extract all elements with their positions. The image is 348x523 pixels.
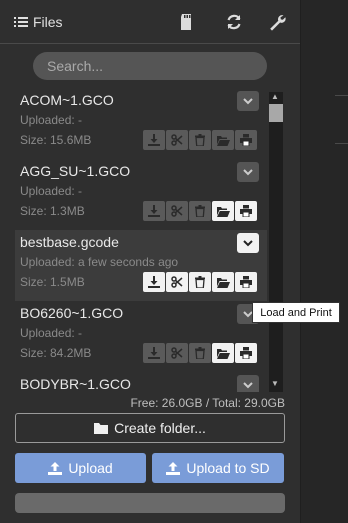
file-size: Size: 1.3MB <box>20 204 85 218</box>
chevron-down-icon <box>243 168 253 175</box>
folder-open-icon <box>216 206 230 217</box>
trash-icon <box>195 276 205 288</box>
delete-button[interactable] <box>189 272 211 292</box>
file-item-2[interactable]: bestbase.gcode Uploaded: a few seconds a… <box>15 230 267 301</box>
file-name: BO6260~1.GCO <box>20 305 124 321</box>
files-panel: Files ACOM~1.GCO Uploaded: - Size: 15.6M… <box>0 0 300 523</box>
scroll-up-icon[interactable]: ▲ <box>271 92 279 101</box>
file-actions <box>143 201 257 221</box>
trash-icon <box>195 205 205 217</box>
sd-card-icon[interactable] <box>178 13 196 31</box>
right-panel-edge <box>300 0 348 523</box>
load-and-print-button[interactable] <box>235 130 257 150</box>
load-and-print-button[interactable] <box>235 201 257 221</box>
slice-button[interactable] <box>166 343 188 363</box>
file-item-4[interactable]: BODYBR~1.GCO <box>15 372 267 392</box>
upload-label: Upload <box>68 460 113 476</box>
scrollbar-thumb[interactable] <box>269 104 283 122</box>
download-button[interactable] <box>143 130 165 150</box>
folder-icon <box>94 422 109 434</box>
create-folder-label: Create folder... <box>114 420 206 436</box>
load-and-print-button[interactable] <box>235 343 257 363</box>
scissors-icon <box>171 347 183 359</box>
divider <box>335 95 348 96</box>
storage-info: Free: 26.0GB / Total: 29.0GB <box>130 396 285 410</box>
download-icon <box>148 205 160 217</box>
upload-to-sd-label: Upload to SD <box>186 460 270 476</box>
file-name: AGG_SU~1.GCO <box>20 163 131 179</box>
wrench-icon[interactable] <box>268 13 286 31</box>
expand-chevron-button[interactable] <box>237 375 259 392</box>
scroll-down-icon[interactable]: ▼ <box>271 379 279 388</box>
folder-open-icon <box>216 135 230 146</box>
files-title-text: Files <box>33 14 63 30</box>
slice-button[interactable] <box>166 272 188 292</box>
file-item-0[interactable]: ACOM~1.GCO Uploaded: - Size: 15.6MB <box>15 88 267 159</box>
download-icon <box>148 347 160 359</box>
load-button[interactable] <box>212 130 234 150</box>
load-button[interactable] <box>212 272 234 292</box>
chevron-down-icon <box>243 97 253 104</box>
file-size: Size: 1.5MB <box>20 275 85 289</box>
file-actions <box>143 272 257 292</box>
file-size: Size: 15.6MB <box>20 133 92 147</box>
expand-chevron-button[interactable] <box>237 233 259 253</box>
load-button[interactable] <box>212 201 234 221</box>
folder-open-icon <box>216 277 230 288</box>
scissors-icon <box>171 134 183 146</box>
file-name: ACOM~1.GCO <box>20 92 114 108</box>
print-icon <box>240 276 252 288</box>
chevron-down-icon <box>243 239 253 246</box>
file-actions <box>143 343 257 363</box>
download-button[interactable] <box>143 201 165 221</box>
delete-button[interactable] <box>189 130 211 150</box>
file-name: bestbase.gcode <box>20 234 119 250</box>
print-icon <box>240 347 252 359</box>
trash-icon <box>195 134 205 146</box>
upload-to-sd-button[interactable]: Upload to SD <box>152 453 284 483</box>
file-list-scrollbar[interactable] <box>269 92 283 392</box>
load-button[interactable] <box>212 343 234 363</box>
file-uploaded: Uploaded: a few seconds ago <box>20 255 179 269</box>
upload-button[interactable]: Upload <box>15 453 146 483</box>
slice-button[interactable] <box>166 201 188 221</box>
file-uploaded: Uploaded: - <box>20 326 83 340</box>
file-item-3[interactable]: BO6260~1.GCO Uploaded: - Size: 84.2MB <box>15 301 267 372</box>
file-item-1[interactable]: AGG_SU~1.GCO Uploaded: - Size: 1.3MB <box>15 159 267 230</box>
file-name: BODYBR~1.GCO <box>20 376 131 392</box>
trash-icon <box>195 347 205 359</box>
divider <box>335 143 348 144</box>
file-uploaded: Uploaded: - <box>20 184 83 198</box>
chevron-down-icon <box>243 381 253 388</box>
upload-icon <box>166 461 181 475</box>
scissors-icon <box>171 276 183 288</box>
upload-progress-bar <box>15 493 285 513</box>
delete-button[interactable] <box>189 201 211 221</box>
download-button[interactable] <box>143 343 165 363</box>
load-and-print-tooltip: Load and Print <box>252 302 340 323</box>
files-header: Files <box>0 0 300 44</box>
list-icon <box>14 17 28 27</box>
folder-open-icon <box>216 348 230 359</box>
print-icon <box>240 134 252 146</box>
download-icon <box>148 276 160 288</box>
create-folder-button[interactable]: Create folder... <box>15 413 285 443</box>
download-button[interactable] <box>143 272 165 292</box>
files-title: Files <box>14 14 63 30</box>
delete-button[interactable] <box>189 343 211 363</box>
print-icon <box>240 205 252 217</box>
refresh-icon[interactable] <box>225 13 243 31</box>
upload-icon <box>48 461 63 475</box>
scissors-icon <box>171 205 183 217</box>
download-icon <box>148 134 160 146</box>
file-list: ACOM~1.GCO Uploaded: - Size: 15.6MB AGG_… <box>15 88 267 392</box>
slice-button[interactable] <box>166 130 188 150</box>
file-size: Size: 84.2MB <box>20 346 92 360</box>
file-uploaded: Uploaded: - <box>20 113 83 127</box>
file-actions <box>143 130 257 150</box>
expand-chevron-button[interactable] <box>237 91 259 111</box>
expand-chevron-button[interactable] <box>237 162 259 182</box>
search-input[interactable] <box>33 52 267 80</box>
load-and-print-button[interactable] <box>235 272 257 292</box>
